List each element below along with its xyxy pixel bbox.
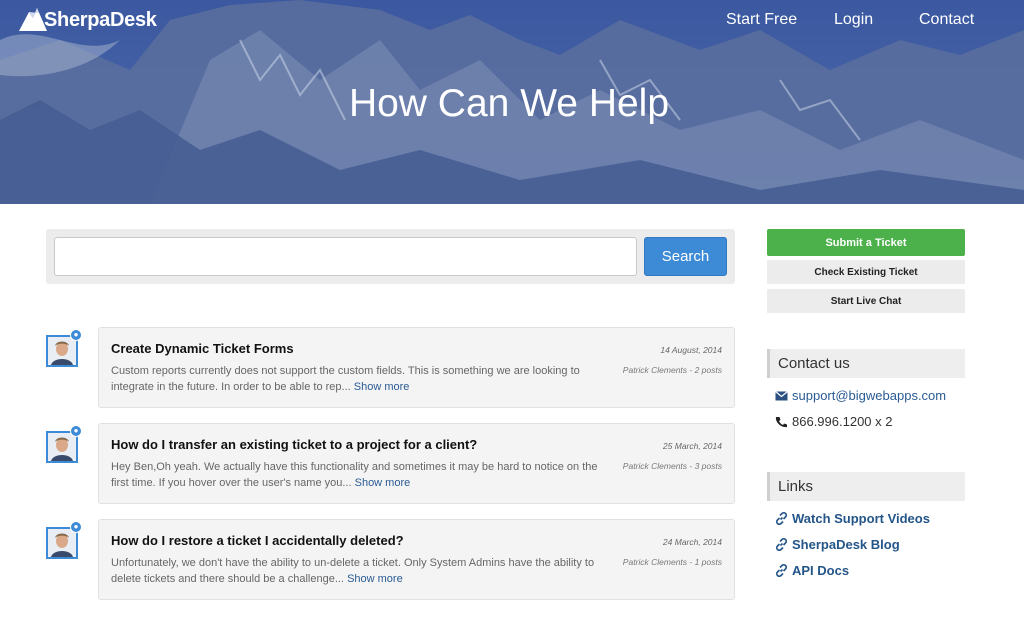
link-label[interactable]: API Docs: [792, 563, 849, 578]
link-icon: [775, 564, 789, 577]
sherpadesk-logo[interactable]: SherpaDesk: [18, 6, 157, 32]
nav-contact[interactable]: Contact: [919, 11, 989, 29]
post-author: Patrick Clements - 2 posts: [622, 365, 722, 375]
user-photo-icon: [48, 529, 76, 557]
post-title[interactable]: How do I transfer an existing ticket to …: [111, 437, 477, 452]
post-excerpt: Hey Ben,Oh yeah. We actually have this f…: [111, 459, 601, 491]
email-link[interactable]: support@bigwebapps.com: [792, 388, 946, 403]
search-button[interactable]: Search: [644, 237, 727, 276]
link-label[interactable]: Watch Support Videos: [792, 511, 930, 526]
envelope-icon: [775, 390, 789, 401]
post-title[interactable]: How do I restore a ticket I accidentally…: [111, 533, 404, 548]
user-badge-icon: ●: [70, 425, 82, 437]
post-card[interactable]: How do I restore a ticket I accidentally…: [98, 519, 735, 600]
post-item: ● How do I transfer an existing ticket t…: [46, 423, 735, 504]
post-excerpt: Custom reports currently does not suppor…: [111, 363, 601, 395]
contact-email[interactable]: support@bigwebapps.com: [775, 388, 946, 403]
links-heading: Links: [767, 472, 965, 501]
contact-phone: 866.996.1200 x 2: [775, 414, 892, 429]
check-ticket-button[interactable]: Check Existing Ticket: [767, 260, 965, 284]
nav-login[interactable]: Login: [834, 11, 894, 29]
post-excerpt: Unfortunately, we don't have the ability…: [111, 555, 601, 587]
submit-ticket-button[interactable]: Submit a Ticket: [767, 229, 965, 256]
link-blog[interactable]: SherpaDesk Blog: [775, 537, 900, 552]
link-watch-videos[interactable]: Watch Support Videos: [775, 511, 930, 526]
search-bar: Search: [46, 229, 735, 284]
show-more-link[interactable]: Show more: [355, 477, 411, 489]
post-author: Patrick Clements - 3 posts: [622, 461, 722, 471]
nav-start-free[interactable]: Start Free: [726, 11, 806, 29]
brand-name: SherpaDesk: [44, 9, 157, 31]
user-badge-icon: ●: [70, 329, 82, 341]
post-item: ● Create Dynamic Ticket Forms 14 August,…: [46, 327, 735, 408]
phone-icon: [775, 416, 789, 428]
post-card[interactable]: Create Dynamic Ticket Forms 14 August, 2…: [98, 327, 735, 408]
show-more-link[interactable]: Show more: [354, 381, 410, 393]
excerpt-text: Custom reports currently does not suppor…: [111, 365, 580, 393]
user-photo-icon: [48, 337, 76, 365]
phone-number: 866.996.1200 x 2: [792, 414, 893, 429]
contact-heading: Contact us: [767, 349, 965, 378]
link-icon: [775, 512, 789, 525]
post-date: 24 March, 2014: [662, 537, 722, 547]
post-item: ● How do I restore a ticket I accidental…: [46, 519, 735, 600]
post-date: 25 March, 2014: [662, 441, 722, 451]
post-title[interactable]: Create Dynamic Ticket Forms: [111, 341, 294, 356]
page-title: How Can We Help: [348, 82, 670, 125]
user-photo-icon: [48, 433, 76, 461]
post-date: 14 August, 2014: [660, 345, 722, 355]
search-input[interactable]: [54, 237, 637, 276]
show-more-link[interactable]: Show more: [347, 573, 403, 585]
post-card[interactable]: How do I transfer an existing ticket to …: [98, 423, 735, 504]
post-author: Patrick Clements - 1 posts: [622, 557, 722, 567]
link-label[interactable]: SherpaDesk Blog: [792, 537, 900, 552]
link-api-docs[interactable]: API Docs: [775, 563, 849, 578]
live-chat-button[interactable]: Start Live Chat: [767, 289, 965, 313]
link-icon: [775, 538, 789, 551]
hero-banner: SherpaDesk Start Free Login Contact How …: [0, 0, 1024, 204]
user-badge-icon: ●: [70, 521, 82, 533]
